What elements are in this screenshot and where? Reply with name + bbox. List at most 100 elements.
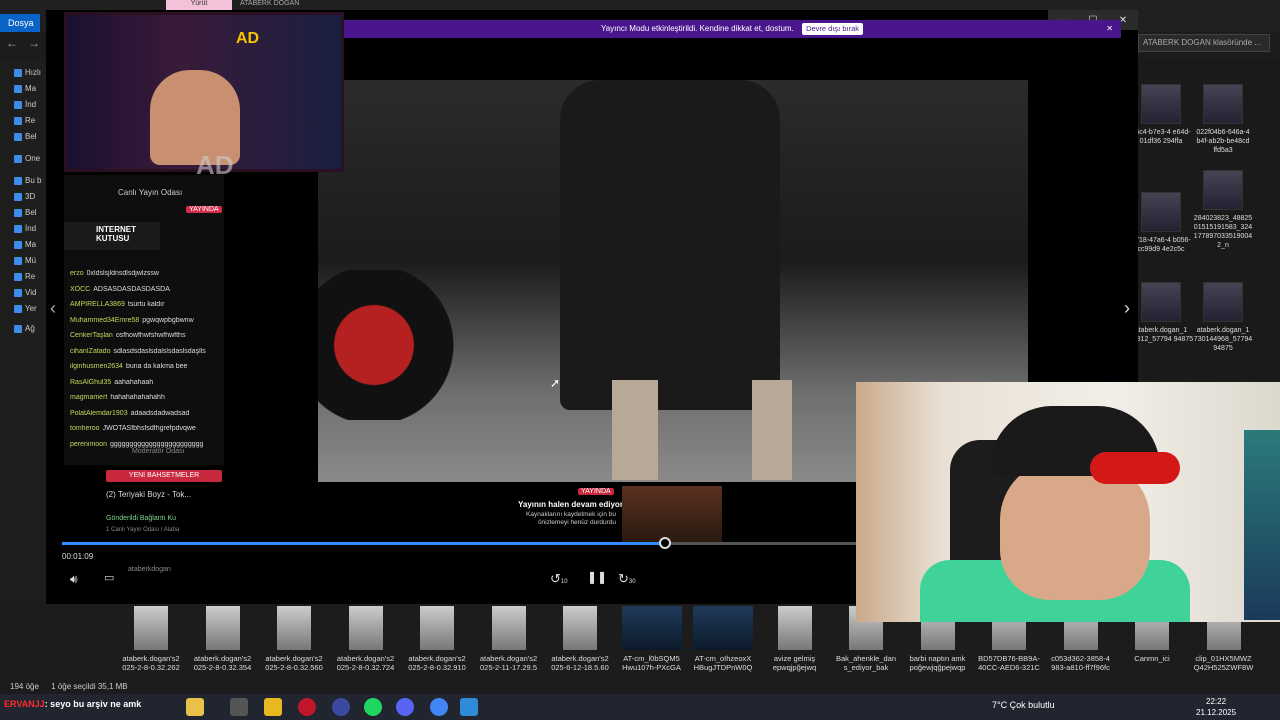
file-item[interactable]: ataberk.dogan's2 025-2-11-17.29.5	[476, 602, 542, 672]
file-item[interactable]: ataberk.dogan's2 025-2-8-0.32.910	[404, 602, 470, 672]
spotify-icon[interactable]	[364, 698, 382, 716]
sidebar-item[interactable]: Mü	[14, 256, 46, 265]
clock-date: 21.12.2025	[1196, 708, 1237, 717]
still-live-thumbnail	[622, 486, 722, 542]
folder-icon	[14, 154, 22, 163]
volume-icon[interactable]: 🔊︎	[70, 572, 78, 587]
moderator-room-label: Moderatör Odası	[132, 448, 185, 455]
disable-streamer-mode-button[interactable]: Devre dışı bırak	[802, 23, 863, 35]
chat-text: 0xldslsjldnsdlsdjwlzssw	[86, 270, 159, 277]
copilot-icon[interactable]	[186, 698, 204, 716]
opera-icon[interactable]	[298, 698, 316, 716]
sidebar-item[interactable]: One	[14, 154, 46, 163]
task-view-icon[interactable]	[230, 698, 248, 716]
chat-message: Muhammed34Emre58 pgwqwpbgbwnw	[70, 317, 250, 324]
forward-icon[interactable]: ↻30	[618, 571, 636, 587]
discord-icon[interactable]	[396, 698, 414, 716]
search-input[interactable]: ATABERK DOGAN klasöründe ...	[1138, 34, 1270, 52]
file-item[interactable]: AT-cm_l0bSQM5 Hwu107h-PXcGA	[619, 602, 685, 672]
folder-icon	[14, 132, 22, 141]
obs-icon[interactable]	[332, 698, 350, 716]
tab-play[interactable]: Yürüt	[166, 0, 232, 10]
chat-username: tomheroo	[70, 425, 100, 432]
folder-icon	[14, 240, 22, 249]
file-thumbnail	[621, 606, 682, 650]
folder-icon	[14, 288, 22, 297]
chrome-icon[interactable]	[430, 698, 448, 716]
forward-arrow-icon[interactable]: →	[28, 36, 40, 50]
sidebar-item[interactable]: Re	[14, 116, 46, 125]
sidebar-item[interactable]: Ağ	[14, 324, 46, 333]
chat-text: tsurtu kaldır	[127, 301, 165, 308]
chat-message: RasAlGhul35 aahahahaah	[70, 379, 250, 386]
media-player-icon[interactable]	[460, 698, 478, 716]
close-icon[interactable]: ✕	[1106, 20, 1113, 38]
chat-message: perenimoon gggggggggggggggggggggggg	[70, 441, 250, 448]
sidebar-item[interactable]: Hızlı	[14, 68, 46, 77]
file-item[interactable]: ataberk.dogan_1 730144968_57794 94875	[1190, 282, 1256, 353]
streamer-mode-banner: Yayıncı Modu etkinleştirildi. Kendine di…	[343, 20, 1121, 38]
folder-icon	[14, 208, 22, 217]
taskbar: ERVANJJ: seyo bu arşiv ne amk 7°C Çok bu…	[0, 694, 1280, 720]
sidebar-item[interactable]: Ma	[14, 240, 46, 249]
system-clock[interactable]: 22:22 21.12.2025	[1196, 696, 1236, 718]
chat-username: PolatAlemdar1903	[70, 409, 128, 417]
file-item[interactable]: 284023823_48825 01515191583_324 17789703…	[1190, 170, 1256, 250]
tab-folder[interactable]: ATABERK DOGAN	[240, 0, 320, 10]
gaming-chair	[318, 270, 458, 420]
sidebar-item[interactable]: 3D	[14, 192, 46, 201]
file-name: Canmn_ici	[1134, 654, 1170, 663]
explorer-statusbar: 194 öğe 1 öğe seçildi 35,1 MB	[0, 680, 1280, 694]
chat-text: aahahahaah	[114, 378, 154, 386]
sidebar-item[interactable]: İnd	[14, 100, 46, 109]
next-arrow-icon[interactable]: ›	[1124, 298, 1130, 319]
chat-message: tomheroo JWOTASfbhsfsdfhgrefpdvqwe	[70, 425, 250, 432]
video-person-leg	[752, 380, 792, 480]
music-now-playing: (2) Teriyaki Boyz - Tok...	[106, 490, 192, 499]
file-item[interactable]: avize gelmiş epwqjpğejwq	[762, 602, 828, 672]
file-name: ataberk.dogan_1 730144968_57794 94875	[1193, 327, 1253, 352]
file-name: ataberk.dogan's2 025-6-12-18.5.60	[551, 654, 609, 672]
sidebar-item[interactable]: Bel	[14, 132, 46, 141]
sidebar-item[interactable]: Ma	[14, 84, 46, 93]
still-live-title: Yayının halen devam ediyor!	[518, 500, 626, 509]
weather-widget[interactable]: 7°C Çok bulutlu	[992, 700, 1055, 710]
sidebar-item[interactable]: Bel	[14, 208, 46, 217]
folder-icon	[14, 84, 22, 93]
chat-message: XOCC ADSASDASDASDASDA	[70, 286, 250, 293]
file-item[interactable]: ataberk.dogan's2 025-2-8-0.32.724	[333, 602, 399, 672]
back-arrow-icon[interactable]: ←	[6, 36, 18, 50]
sidebar-item-label: Ma	[25, 84, 37, 93]
current-time: 00:01:09	[62, 552, 94, 561]
file-item[interactable]: ataberk.dogan's2 025-2-8-0.32.262	[118, 602, 184, 672]
sidebar-item-label: Mü	[25, 256, 37, 265]
chat-username: AMPIRELLA3869	[70, 301, 125, 308]
seek-bar-progress	[62, 542, 666, 545]
chat-text: pgwqwpbgbwnw	[142, 316, 194, 324]
file-item[interactable]: ataberk.dogan's2 025-2-8-0.32.354	[190, 602, 256, 672]
file-item[interactable]: ataberk.dogan's2 025-2-8-0.32.560	[261, 602, 327, 672]
sidebar-item[interactable]: Yer	[14, 304, 46, 313]
pause-icon[interactable]: ❚❚	[587, 570, 607, 584]
sidebar-item[interactable]: Vid	[14, 288, 46, 297]
new-mentions-button[interactable]: YENİ BAHSETMELER	[106, 470, 222, 482]
subtitles-icon[interactable]: ▭	[104, 571, 114, 584]
sidebar-item-label: Hızlı	[25, 68, 41, 77]
file-menu-button[interactable]: Dosya	[0, 14, 40, 32]
file-name: avize gelmiş epwqjpğejwq	[772, 654, 817, 672]
previous-arrow-icon[interactable]: ‹	[50, 298, 56, 319]
sidebar-item[interactable]: İnd	[14, 224, 46, 233]
file-thumbnail	[1141, 84, 1181, 124]
rewind-icon[interactable]: ↺10	[550, 571, 568, 587]
chat-username: ilginhusmen2634	[70, 363, 123, 370]
red-hat-brim	[1090, 452, 1180, 484]
file-item[interactable]: AT-cm_oIhzeoxX HBugJTDPnW0Q	[690, 602, 756, 672]
connection-substatus: 1 Canlı Yayın Odası / Alaba	[106, 527, 180, 533]
chat-text: gggggggggggggggggggggggg	[109, 440, 204, 448]
sidebar-item[interactable]: Re	[14, 272, 46, 281]
file-item[interactable]: 022f04b6-646a-4 b4f-ab2b-be48cd ffd5a3	[1190, 84, 1256, 155]
chat-notification: ERVANJJ: seyo bu arşiv ne amk	[4, 699, 141, 709]
file-item[interactable]: ataberk.dogan's2 025-6-12-18.5.60	[547, 602, 613, 672]
sidebar-item[interactable]: Bu b	[14, 176, 46, 185]
file-explorer-icon[interactable]	[264, 698, 282, 716]
